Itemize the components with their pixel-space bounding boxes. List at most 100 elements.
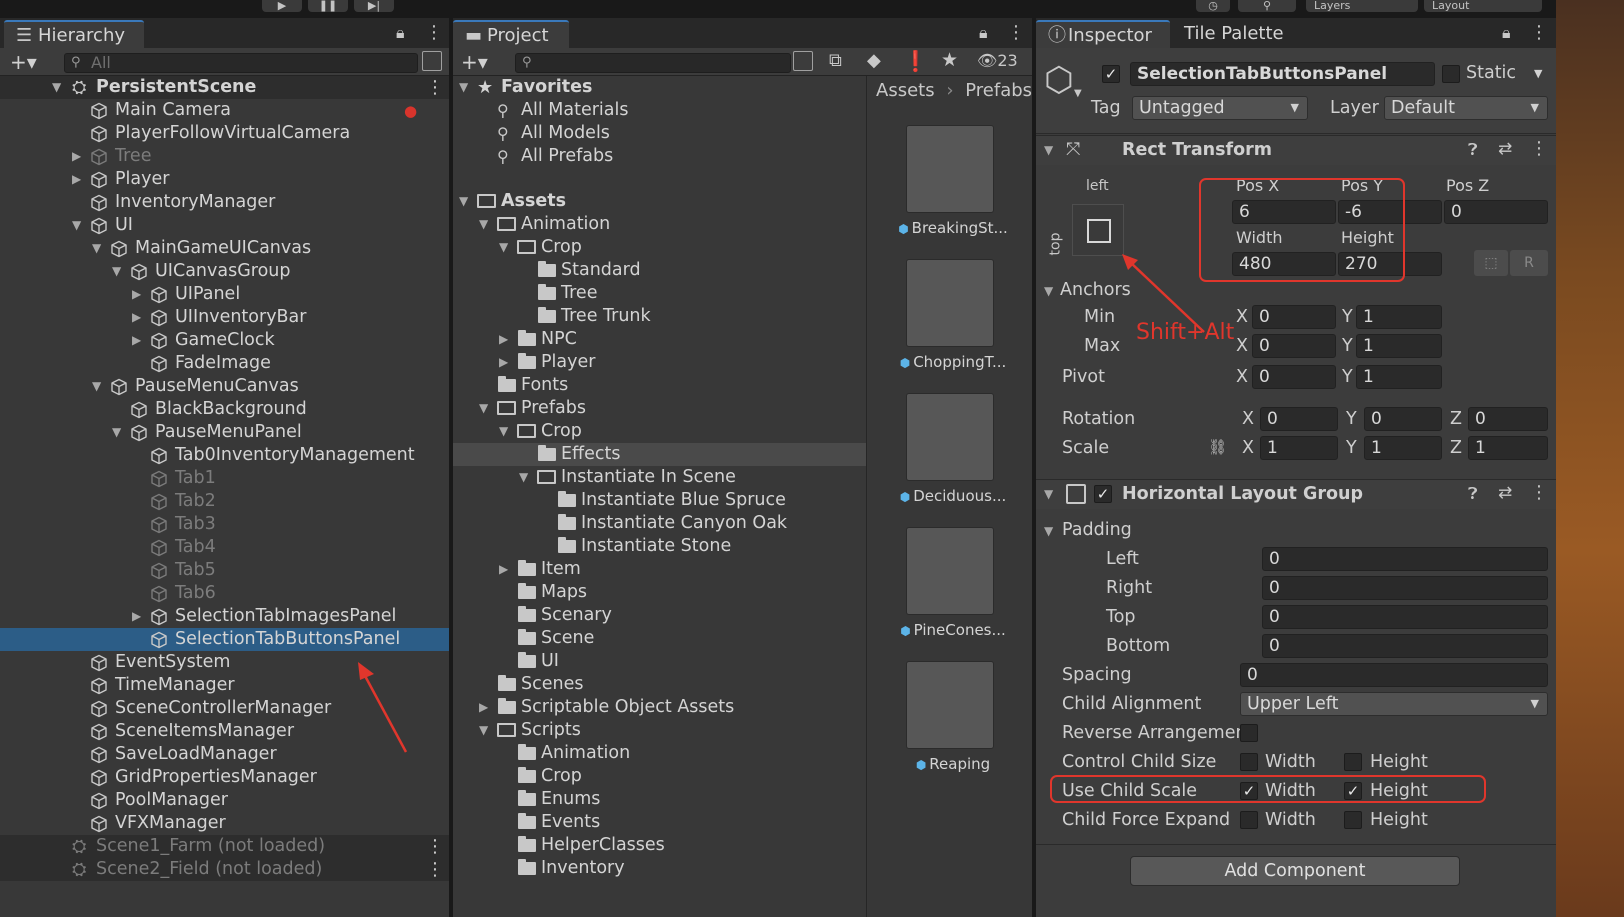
tab-hierarchy[interactable]: ☰ Hierarchy	[4, 20, 144, 48]
blueprint-mode-button[interactable]: ⬚	[1474, 250, 1508, 276]
project-folder-item[interactable]: Inventory	[453, 857, 866, 880]
pause-button[interactable]: ❚❚	[308, 0, 348, 12]
search-by-scene-icon[interactable]	[793, 51, 813, 71]
kebab-menu-icon[interactable]: ⋮	[426, 835, 444, 858]
child-alignment-dropdown[interactable]: Upper Left ▼	[1240, 692, 1548, 716]
constrain-proportions-icon[interactable]: ⛓	[1208, 438, 1227, 456]
expand-arrow-icon[interactable]: ▶	[479, 696, 488, 719]
active-checkbox[interactable]: ✓	[1102, 65, 1120, 83]
history-button[interactable]: ◷	[1196, 0, 1230, 12]
expand-arrow-icon[interactable]: ▶	[72, 168, 81, 191]
hierarchy-item[interactable]: FadeImage	[0, 352, 449, 375]
expand-arrow-icon[interactable]: ▶	[132, 329, 141, 352]
anchor-max-x-field[interactable]: 0	[1252, 334, 1336, 358]
pivot-y-field[interactable]: 1	[1356, 365, 1442, 389]
project-folder-item[interactable]: Standard	[453, 259, 866, 282]
control-height-checkbox[interactable]	[1344, 753, 1362, 771]
lock-icon[interactable]: 🔒︎	[1502, 23, 1511, 43]
rotation-y-field[interactable]: 0	[1364, 407, 1442, 431]
hierarchy-item[interactable]: PlayerFollowVirtualCamera	[0, 122, 449, 145]
asset-thumbnail-caption[interactable]: ⬢ Deciduous...	[878, 487, 1028, 505]
kebab-menu-icon[interactable]: ⋮	[426, 858, 444, 881]
hierarchy-item[interactable]: VFXManager	[0, 812, 449, 835]
scale-x-field[interactable]: 1	[1260, 436, 1338, 460]
padding-right-field[interactable]: 0	[1262, 576, 1548, 600]
gameobject-cube-icon[interactable]: ⬡	[1044, 60, 1074, 100]
layout-dropdown[interactable]: Layout	[1424, 0, 1542, 12]
kebab-menu-icon[interactable]: ⋮	[1530, 22, 1548, 43]
help-icon[interactable]: ❓︎	[1468, 484, 1478, 504]
padding-top-field[interactable]: 0	[1262, 605, 1548, 629]
asset-thumbnail[interactable]	[906, 527, 994, 615]
tab-tile-palette[interactable]: Tile Palette	[1172, 20, 1302, 48]
kebab-menu-icon[interactable]: ⋮	[426, 76, 444, 99]
tab-inspector[interactable]: ⓘ Inspector	[1036, 20, 1170, 48]
expand-arrow-icon[interactable]: ▼	[92, 375, 101, 398]
tag-dropdown[interactable]: Untagged ▼	[1132, 96, 1308, 120]
expand-arrow-icon[interactable]: ▼	[459, 190, 468, 213]
rotation-x-field[interactable]: 0	[1260, 407, 1338, 431]
scene-row-not-loaded[interactable]: ⛭ Scene1_Farm (not loaded) ⋮	[0, 835, 449, 858]
asset-thumbnail-caption[interactable]: ⬢ PineCones...	[878, 621, 1028, 639]
favorites-row[interactable]: ▼ ★ Favorites	[453, 76, 866, 99]
expand-arrow-icon[interactable]: ▶	[132, 283, 141, 306]
project-folder-item[interactable]: Scene	[453, 627, 866, 650]
expand-width-checkbox[interactable]	[1240, 811, 1258, 829]
anchor-max-y-field[interactable]: 1	[1356, 334, 1442, 358]
project-folder-item[interactable]: Crop	[453, 765, 866, 788]
scene-filter-icon[interactable]	[422, 51, 442, 71]
filter-by-label-icon[interactable]: ◆	[867, 50, 881, 71]
hierarchy-search-input[interactable]: ⚲ All	[64, 53, 418, 73]
asset-thumbnail[interactable]	[906, 393, 994, 481]
presets-icon[interactable]: ⇄	[1498, 139, 1512, 159]
project-folder-item[interactable]: Tree	[453, 282, 866, 305]
expand-arrow-icon[interactable]: ▼	[1044, 284, 1053, 298]
favorites-item[interactable]: ⚲ All Models	[453, 122, 866, 145]
pivot-x-field[interactable]: 0	[1252, 365, 1336, 389]
project-folder-item[interactable]: ▼ Instantiate In Scene	[453, 466, 866, 489]
static-checkbox[interactable]	[1442, 65, 1460, 83]
kebab-menu-icon[interactable]: ⋮	[425, 22, 443, 43]
kebab-menu-icon[interactable]: ⋮	[1530, 482, 1548, 503]
pos-z-field[interactable]: 0	[1444, 200, 1548, 224]
expand-height-checkbox[interactable]	[1344, 811, 1362, 829]
asset-thumbnail[interactable]	[906, 661, 994, 749]
hierarchy-item[interactable]: Tab0InventoryManagement	[0, 444, 449, 467]
lock-icon[interactable]: 🔒︎	[396, 23, 405, 43]
hierarchy-item[interactable]: BlackBackground	[0, 398, 449, 421]
project-folder-item[interactable]: Effects	[453, 443, 866, 466]
scale-z-field[interactable]: 1	[1468, 436, 1548, 460]
padding-bottom-field[interactable]: 0	[1262, 634, 1548, 658]
filter-by-type-icon[interactable]: ⧉	[829, 50, 842, 71]
expand-arrow-icon[interactable]: ▼	[1044, 487, 1053, 501]
hierarchy-item[interactable]: Main Camera ●	[0, 99, 449, 122]
project-folder-item[interactable]: Instantiate Canyon Oak	[453, 512, 866, 535]
project-folder-item[interactable]: Enums	[453, 788, 866, 811]
hierarchy-item[interactable]: ▶ GameClock	[0, 329, 449, 352]
project-folder-item[interactable]: Instantiate Blue Spruce	[453, 489, 866, 512]
hierarchy-item[interactable]: ▶ Player	[0, 168, 449, 191]
breadcrumb-prefabs[interactable]: Prefabs	[965, 80, 1032, 101]
hierarchy-item[interactable]: ▼ MainGameUICanvas	[0, 237, 449, 260]
expand-arrow-icon[interactable]: ▶	[499, 328, 508, 351]
hierarchy-item[interactable]: Tab6	[0, 582, 449, 605]
project-folder-item[interactable]: ▶ Player	[453, 351, 866, 374]
rotation-z-field[interactable]: 0	[1468, 407, 1548, 431]
expand-arrow-icon[interactable]: ▼	[479, 719, 488, 742]
project-folder-item[interactable]: ▼ Crop	[453, 236, 866, 259]
project-folder-item[interactable]: ▼ Scripts	[453, 719, 866, 742]
expand-arrow-icon[interactable]: ▶	[499, 558, 508, 581]
presets-icon[interactable]: ⇄	[1498, 483, 1512, 503]
scale-y-field[interactable]: 1	[1364, 436, 1442, 460]
asset-thumbnail-caption[interactable]: ⬢ Reaping	[878, 755, 1028, 773]
project-folder-item[interactable]: Maps	[453, 581, 866, 604]
expand-arrow-icon[interactable]: ▼	[459, 76, 468, 99]
expand-arrow-icon[interactable]: ▶	[132, 605, 141, 628]
create-button[interactable]: +▾	[461, 50, 488, 74]
rect-transform-header[interactable]: ▼ ⤧ Rect Transform ❓︎ ⇄ ⋮	[1036, 135, 1556, 165]
expand-arrow-icon[interactable]: ▼	[52, 76, 61, 99]
hierarchy-item[interactable]: PoolManager	[0, 789, 449, 812]
raw-edit-button[interactable]: R	[1510, 250, 1548, 276]
project-folder-item[interactable]: Tree Trunk	[453, 305, 866, 328]
project-folder-item[interactable]: ▼ Animation	[453, 213, 866, 236]
